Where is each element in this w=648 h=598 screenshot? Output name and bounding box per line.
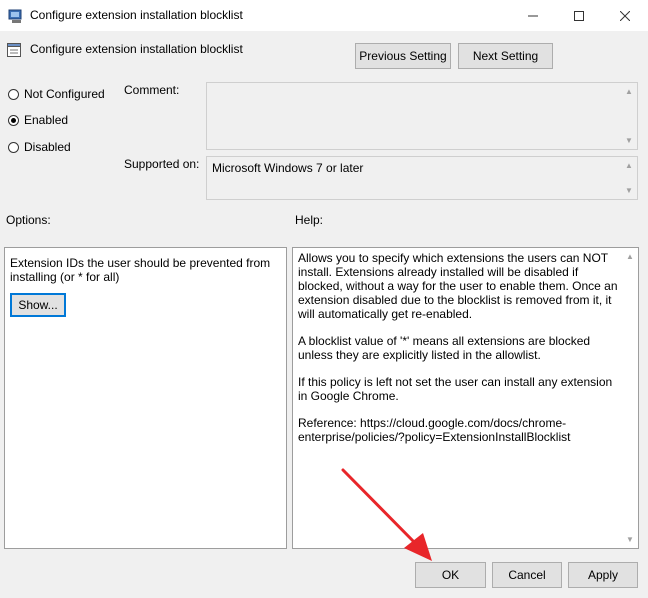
options-label: Options:	[6, 213, 51, 227]
radio-label: Disabled	[24, 140, 71, 154]
minimize-icon	[528, 15, 538, 16]
radio-selected-dot	[11, 117, 16, 123]
help-text: Allows you to specify which extensions t…	[298, 251, 622, 457]
radio-enabled[interactable]: Enabled	[8, 113, 68, 127]
ok-button[interactable]: OK	[415, 562, 486, 588]
window-title: Configure extension installation blockli…	[30, 8, 243, 22]
scroll-down-icon[interactable]: ▼	[626, 535, 634, 544]
help-scrollbar[interactable]: ▲ ▼	[622, 248, 638, 548]
apply-button[interactable]: Apply	[568, 562, 638, 588]
radio-label: Not Configured	[24, 87, 105, 101]
supported-on-label: Supported on:	[124, 157, 200, 171]
previous-setting-button[interactable]: Previous Setting	[355, 43, 451, 69]
maximize-icon	[574, 10, 584, 21]
options-panel: Extension IDs the user should be prevent…	[4, 247, 287, 549]
setting-title: Configure extension installation blockli…	[30, 42, 243, 56]
help-paragraph: Reference: https://cloud.google.com/docs…	[298, 416, 571, 444]
policy-setting-icon	[7, 43, 21, 57]
help-paragraph: A blocklist value of '*' means all exten…	[298, 334, 591, 362]
close-button[interactable]	[602, 0, 648, 31]
radio-circle	[8, 141, 19, 153]
close-icon	[620, 10, 630, 21]
next-setting-button[interactable]: Next Setting	[458, 43, 553, 69]
comment-scrollbar[interactable]: ▲ ▼	[621, 83, 637, 149]
supported-scrollbar[interactable]: ▲ ▼	[621, 157, 637, 199]
policy-app-icon	[8, 9, 22, 23]
scroll-up-icon[interactable]: ▲	[625, 87, 633, 96]
scroll-up-icon[interactable]: ▲	[626, 252, 634, 261]
show-button[interactable]: Show...	[10, 293, 66, 317]
maximize-button[interactable]	[556, 0, 602, 31]
help-paragraph: If this policy is left not set the user …	[298, 375, 613, 403]
options-description: Extension IDs the user should be prevent…	[10, 256, 271, 284]
radio-label: Enabled	[24, 113, 69, 127]
radio-circle	[8, 88, 19, 100]
supported-on-value: Microsoft Windows 7 or later	[212, 161, 364, 175]
scroll-down-icon[interactable]: ▼	[625, 186, 633, 195]
scroll-down-icon[interactable]: ▼	[625, 136, 633, 145]
help-label: Help:	[295, 213, 324, 227]
help-paragraph: Allows you to specify which extensions t…	[298, 251, 618, 321]
radio-not-configured[interactable]: Not Configured	[8, 87, 105, 101]
cancel-button[interactable]: Cancel	[492, 562, 562, 588]
comment-label: Comment:	[124, 83, 180, 97]
minimize-button[interactable]	[510, 0, 556, 31]
radio-disabled[interactable]: Disabled	[8, 140, 71, 154]
title-bar: Configure extension installation blockli…	[0, 0, 648, 31]
help-panel: Allows you to specify which extensions t…	[292, 247, 639, 549]
radio-circle	[8, 114, 19, 126]
scroll-up-icon[interactable]: ▲	[625, 161, 633, 170]
supported-on-field: Microsoft Windows 7 or later ▲ ▼	[206, 156, 638, 200]
comment-field[interactable]: ▲ ▼	[206, 82, 638, 150]
